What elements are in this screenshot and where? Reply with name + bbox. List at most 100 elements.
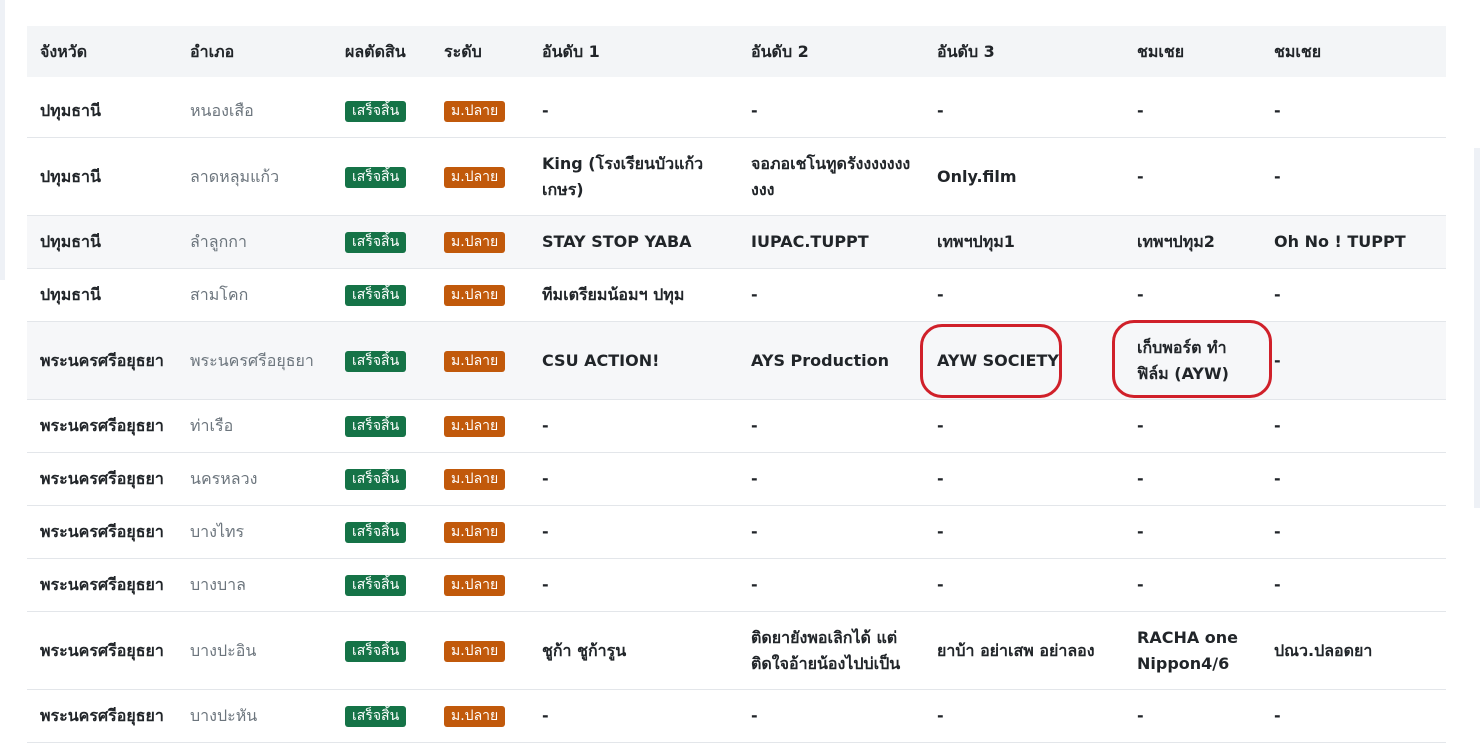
province-cell: พระนครศรีอยุธยา bbox=[40, 640, 164, 660]
table-row: พระนครศรีอยุธยา บางบาล เสร็จสิ้น ม.ปลาย … bbox=[27, 559, 1446, 612]
rank-2-cell: - bbox=[751, 285, 758, 304]
level-badge: ม.ปลาย bbox=[444, 522, 506, 543]
rank-1-cell: King (โรงเรียนบัวแก้วเกษร) bbox=[542, 153, 704, 199]
honorable-1-cell: - bbox=[1137, 285, 1144, 304]
province-cell: พระนครศรีอยุธยา bbox=[40, 706, 164, 725]
status-badge: เสร็จสิ้น bbox=[345, 285, 407, 306]
honorable-1-cell: RACHA one Nippon4/6 bbox=[1137, 627, 1239, 673]
district-cell: ลำลูกกา bbox=[190, 232, 247, 251]
table-row: พระนครศรีอยุธยา ท่าเรือ เสร็จสิ้น ม.ปลาย… bbox=[27, 400, 1446, 453]
honorable-1-cell: - bbox=[1137, 416, 1144, 435]
rank-2-cell: ติดยายังพอเลิกได้ แต่ติดใจอ้ายน้องไปบ่เป… bbox=[751, 627, 901, 673]
level-badge: ม.ปลาย bbox=[444, 575, 506, 596]
rank-3-cell: AYW SOCIETY bbox=[937, 350, 1059, 370]
honorable-2-cell: - bbox=[1274, 522, 1281, 541]
rank-3-cell: - bbox=[937, 285, 944, 304]
rank-3-cell: - bbox=[937, 101, 944, 120]
rank-3-cell: เทพฯปทุม1 bbox=[937, 232, 1015, 251]
status-badge: เสร็จสิ้น bbox=[345, 522, 407, 543]
district-cell: บางปะหัน bbox=[190, 706, 258, 725]
header-honorable-1: ชมเชย bbox=[1137, 41, 1185, 61]
rank-2-cell: - bbox=[751, 706, 758, 725]
province-cell: พระนครศรีอยุธยา bbox=[40, 522, 164, 541]
honorable-2-cell: Oh No ! TUPPT bbox=[1274, 232, 1406, 251]
status-badge: เสร็จสิ้น bbox=[345, 575, 407, 596]
rank-3-cell: ยาบ้า อย่าเสพ อย่าลอง bbox=[937, 640, 1095, 660]
province-cell: พระนครศรีอยุธยา bbox=[40, 469, 164, 488]
rank-2-cell: - bbox=[751, 575, 758, 594]
honorable-2-cell: - bbox=[1274, 575, 1281, 594]
rank-3-cell: - bbox=[937, 706, 944, 725]
province-cell: พระนครศรีอยุธยา bbox=[40, 350, 164, 370]
right-edge-strip bbox=[1474, 148, 1480, 508]
honorable-2-cell: - bbox=[1274, 350, 1281, 370]
rank-3-cell: - bbox=[937, 416, 944, 435]
honorable-2-cell: - bbox=[1274, 101, 1281, 120]
header-result: ผลตัดสิน bbox=[345, 41, 406, 61]
rank-1-cell: ทีมเตรียมน้อมฯ ปทุม bbox=[542, 285, 685, 304]
honorable-1-cell: - bbox=[1137, 522, 1144, 541]
honorable-2-cell: - bbox=[1274, 416, 1281, 435]
results-table: จังหวัด อำเภอ ผลตัดสิน ระดับ อันดับ 1 อั… bbox=[27, 26, 1446, 743]
header-rank-1: อันดับ 1 bbox=[542, 41, 600, 61]
honorable-1-cell: - bbox=[1137, 101, 1144, 120]
level-badge: ม.ปลาย bbox=[444, 166, 506, 188]
district-cell: หนองเสือ bbox=[190, 101, 254, 120]
level-badge: ม.ปลาย bbox=[444, 101, 506, 122]
status-badge: เสร็จสิ้น bbox=[345, 232, 407, 253]
header-rank-2: อันดับ 2 bbox=[751, 41, 809, 61]
rank-1-cell: - bbox=[542, 575, 549, 594]
honorable-2-cell: - bbox=[1274, 285, 1281, 304]
rank-3-cell: - bbox=[937, 469, 944, 488]
left-edge-strip bbox=[0, 0, 5, 280]
honorable-1-cell: เก็บพอร์ต ทำฟิล์ม (AYW) bbox=[1137, 337, 1229, 383]
table-row: พระนครศรีอยุธยา นครหลวง เสร็จสิ้น ม.ปลาย… bbox=[27, 453, 1446, 506]
table-row: ปทุมธานี ลำลูกกา เสร็จสิ้น ม.ปลาย STAY S… bbox=[27, 216, 1446, 269]
level-badge: ม.ปลาย bbox=[444, 416, 506, 437]
level-badge: ม.ปลาย bbox=[444, 640, 506, 662]
table-row: พระนครศรีอยุธยา พระนครศรีอยุธยา เสร็จสิ้… bbox=[27, 322, 1446, 400]
district-cell: บางบาล bbox=[190, 575, 246, 594]
table-row: ปทุมธานี สามโคก เสร็จสิ้น ม.ปลาย ทีมเตรี… bbox=[27, 269, 1446, 322]
district-cell: บางไทร bbox=[190, 522, 245, 541]
district-cell: นครหลวง bbox=[190, 469, 258, 488]
honorable-1-cell: - bbox=[1137, 706, 1144, 725]
rank-2-cell: - bbox=[751, 416, 758, 435]
rank-1-cell: ชูก้า ชูก้ารูน bbox=[542, 640, 627, 660]
rank-3-cell: - bbox=[937, 522, 944, 541]
status-badge: เสร็จสิ้น bbox=[345, 706, 407, 727]
rank-3-cell: Only.film bbox=[937, 166, 1017, 186]
status-badge: เสร็จสิ้น bbox=[345, 350, 407, 372]
district-cell: พระนครศรีอยุธยา bbox=[190, 350, 314, 370]
honorable-2-cell: ปณว.ปลอดยา bbox=[1274, 640, 1373, 660]
table-row: ปทุมธานี ลาดหลุมแก้ว เสร็จสิ้น ม.ปลาย Ki… bbox=[27, 138, 1446, 216]
header-district: อำเภอ bbox=[190, 41, 235, 61]
province-cell: พระนครศรีอยุธยา bbox=[40, 575, 164, 594]
level-badge: ม.ปลาย bbox=[444, 232, 506, 253]
header-rank-3: อันดับ 3 bbox=[937, 41, 995, 61]
honorable-1-cell: - bbox=[1137, 166, 1144, 186]
rank-2-cell: IUPAC.TUPPT bbox=[751, 232, 869, 251]
rank-1-cell: - bbox=[542, 469, 549, 488]
table-row: พระนครศรีอยุธยา บางไทร เสร็จสิ้น ม.ปลาย … bbox=[27, 506, 1446, 559]
level-badge: ม.ปลาย bbox=[444, 285, 506, 306]
province-cell: ปทุมธานี bbox=[40, 166, 101, 186]
table-row: ปทุมธานี หนองเสือ เสร็จสิ้น ม.ปลาย - - -… bbox=[27, 85, 1446, 138]
level-badge: ม.ปลาย bbox=[444, 350, 506, 372]
province-cell: ปทุมธานี bbox=[40, 232, 101, 251]
rank-1-cell: - bbox=[542, 706, 549, 725]
rank-3-cell: - bbox=[937, 575, 944, 594]
rank-2-cell: - bbox=[751, 522, 758, 541]
rank-1-cell: - bbox=[542, 101, 549, 120]
rank-2-cell: AYS Production bbox=[751, 350, 889, 370]
rank-2-cell: - bbox=[751, 469, 758, 488]
province-cell: ปทุมธานี bbox=[40, 101, 101, 120]
header-province: จังหวัด bbox=[40, 41, 88, 61]
rank-1-cell: - bbox=[542, 416, 549, 435]
province-cell: พระนครศรีอยุธยา bbox=[40, 416, 164, 435]
table-row: พระนครศรีอยุธยา บางปะหัน เสร็จสิ้น ม.ปลา… bbox=[27, 690, 1446, 743]
rank-1-cell: - bbox=[542, 522, 549, 541]
header-honorable-2: ชมเชย bbox=[1274, 41, 1322, 61]
rank-2-cell: จอภอเชโนทูดรังงงงงงงงงง bbox=[751, 153, 911, 199]
level-badge: ม.ปลาย bbox=[444, 706, 506, 727]
